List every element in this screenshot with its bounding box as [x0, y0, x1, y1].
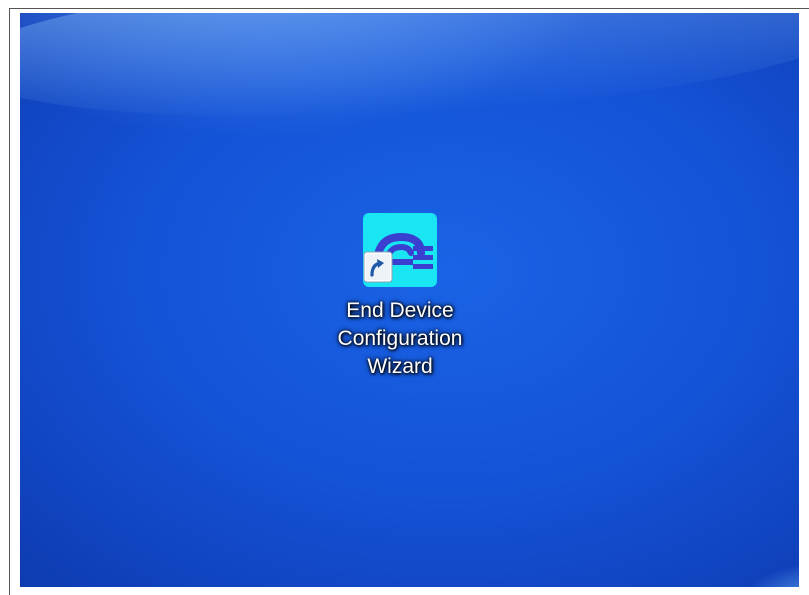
shortcut-label[interactable]: End Device Configuration Wizard: [320, 297, 480, 381]
end-device-configuration-wizard-shortcut[interactable]: End Device Configuration Wizard: [320, 213, 480, 381]
end-device-wizard-app-icon[interactable]: [363, 213, 437, 287]
shortcut-label-line-1: End Device: [346, 299, 454, 322]
desktop[interactable]: End Device Configuration Wizard: [20, 13, 799, 587]
shortcut-arrow-icon: [363, 251, 393, 283]
wallpaper-corner-glow: [629, 487, 799, 587]
wallpaper-sheen: [20, 13, 799, 137]
shortcut-label-line-2: Configuration: [337, 327, 463, 350]
shortcut-label-line-3: Wizard: [367, 355, 433, 378]
